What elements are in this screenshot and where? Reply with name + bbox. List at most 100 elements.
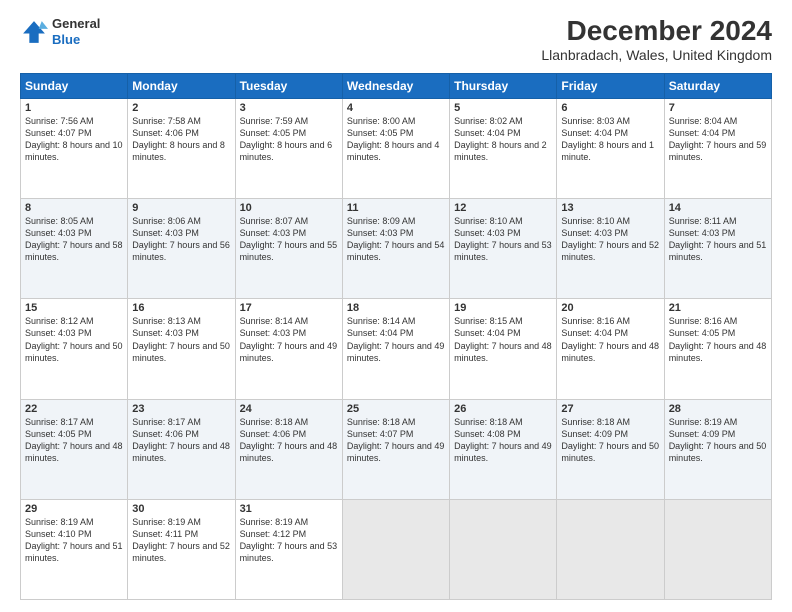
table-row: 31 Sunrise: 8:19 AMSunset: 4:12 PMDaylig… <box>235 499 342 599</box>
day-number: 26 <box>454 403 552 415</box>
table-row: 8 Sunrise: 8:05 AMSunset: 4:03 PMDayligh… <box>21 199 128 299</box>
table-row: 5 Sunrise: 8:02 AMSunset: 4:04 PMDayligh… <box>450 98 557 198</box>
day-info: Sunrise: 8:07 AMSunset: 4:03 PMDaylight:… <box>240 215 338 264</box>
day-info: Sunrise: 8:09 AMSunset: 4:03 PMDaylight:… <box>347 215 445 264</box>
day-info: Sunrise: 8:17 AMSunset: 4:06 PMDaylight:… <box>132 416 230 465</box>
table-row: 17 Sunrise: 8:14 AMSunset: 4:03 PMDaylig… <box>235 299 342 399</box>
day-info: Sunrise: 7:58 AMSunset: 4:06 PMDaylight:… <box>132 115 230 164</box>
day-info: Sunrise: 8:05 AMSunset: 4:03 PMDaylight:… <box>25 215 123 264</box>
table-row: 25 Sunrise: 8:18 AMSunset: 4:07 PMDaylig… <box>342 399 449 499</box>
calendar-week-row: 15 Sunrise: 8:12 AMSunset: 4:03 PMDaylig… <box>21 299 772 399</box>
table-row: 14 Sunrise: 8:11 AMSunset: 4:03 PMDaylig… <box>664 199 771 299</box>
day-number: 31 <box>240 503 338 515</box>
table-row: 27 Sunrise: 8:18 AMSunset: 4:09 PMDaylig… <box>557 399 664 499</box>
col-sunday: Sunday <box>21 73 128 98</box>
day-number: 13 <box>561 202 659 214</box>
table-row: 12 Sunrise: 8:10 AMSunset: 4:03 PMDaylig… <box>450 199 557 299</box>
table-row: 10 Sunrise: 8:07 AMSunset: 4:03 PMDaylig… <box>235 199 342 299</box>
day-info: Sunrise: 8:12 AMSunset: 4:03 PMDaylight:… <box>25 315 123 364</box>
col-wednesday: Wednesday <box>342 73 449 98</box>
day-info: Sunrise: 8:15 AMSunset: 4:04 PMDaylight:… <box>454 315 552 364</box>
day-info: Sunrise: 8:16 AMSunset: 4:05 PMDaylight:… <box>669 315 767 364</box>
col-saturday: Saturday <box>664 73 771 98</box>
table-row <box>450 499 557 599</box>
day-number: 2 <box>132 102 230 114</box>
table-row: 24 Sunrise: 8:18 AMSunset: 4:06 PMDaylig… <box>235 399 342 499</box>
day-info: Sunrise: 8:18 AMSunset: 4:06 PMDaylight:… <box>240 416 338 465</box>
table-row: 1 Sunrise: 7:56 AMSunset: 4:07 PMDayligh… <box>21 98 128 198</box>
col-tuesday: Tuesday <box>235 73 342 98</box>
day-number: 24 <box>240 403 338 415</box>
day-info: Sunrise: 8:10 AMSunset: 4:03 PMDaylight:… <box>561 215 659 264</box>
calendar-week-row: 29 Sunrise: 8:19 AMSunset: 4:10 PMDaylig… <box>21 499 772 599</box>
table-row: 19 Sunrise: 8:15 AMSunset: 4:04 PMDaylig… <box>450 299 557 399</box>
day-number: 15 <box>25 302 123 314</box>
day-info: Sunrise: 8:19 AMSunset: 4:11 PMDaylight:… <box>132 516 230 565</box>
day-number: 10 <box>240 202 338 214</box>
calendar-week-row: 1 Sunrise: 7:56 AMSunset: 4:07 PMDayligh… <box>21 98 772 198</box>
day-number: 1 <box>25 102 123 114</box>
day-info: Sunrise: 8:18 AMSunset: 4:08 PMDaylight:… <box>454 416 552 465</box>
day-info: Sunrise: 8:16 AMSunset: 4:04 PMDaylight:… <box>561 315 659 364</box>
calendar-table: Sunday Monday Tuesday Wednesday Thursday… <box>20 73 772 600</box>
table-row: 20 Sunrise: 8:16 AMSunset: 4:04 PMDaylig… <box>557 299 664 399</box>
table-row: 9 Sunrise: 8:06 AMSunset: 4:03 PMDayligh… <box>128 199 235 299</box>
calendar-week-row: 22 Sunrise: 8:17 AMSunset: 4:05 PMDaylig… <box>21 399 772 499</box>
day-info: Sunrise: 8:14 AMSunset: 4:03 PMDaylight:… <box>240 315 338 364</box>
col-friday: Friday <box>557 73 664 98</box>
calendar-week-row: 8 Sunrise: 8:05 AMSunset: 4:03 PMDayligh… <box>21 199 772 299</box>
table-row <box>342 499 449 599</box>
table-row <box>557 499 664 599</box>
day-number: 30 <box>132 503 230 515</box>
day-number: 29 <box>25 503 123 515</box>
table-row: 2 Sunrise: 7:58 AMSunset: 4:06 PMDayligh… <box>128 98 235 198</box>
day-info: Sunrise: 8:19 AMSunset: 4:12 PMDaylight:… <box>240 516 338 565</box>
logo-text: General Blue <box>52 16 100 47</box>
table-row: 23 Sunrise: 8:17 AMSunset: 4:06 PMDaylig… <box>128 399 235 499</box>
table-row: 26 Sunrise: 8:18 AMSunset: 4:08 PMDaylig… <box>450 399 557 499</box>
day-number: 6 <box>561 102 659 114</box>
day-number: 17 <box>240 302 338 314</box>
day-number: 25 <box>347 403 445 415</box>
day-number: 19 <box>454 302 552 314</box>
day-info: Sunrise: 8:17 AMSunset: 4:05 PMDaylight:… <box>25 416 123 465</box>
day-number: 5 <box>454 102 552 114</box>
day-info: Sunrise: 8:06 AMSunset: 4:03 PMDaylight:… <box>132 215 230 264</box>
logo: General Blue <box>20 16 100 47</box>
day-number: 28 <box>669 403 767 415</box>
day-number: 22 <box>25 403 123 415</box>
day-number: 21 <box>669 302 767 314</box>
month-year: December 2024 <box>541 16 772 47</box>
day-info: Sunrise: 8:04 AMSunset: 4:04 PMDaylight:… <box>669 115 767 164</box>
day-info: Sunrise: 7:59 AMSunset: 4:05 PMDaylight:… <box>240 115 338 164</box>
day-number: 9 <box>132 202 230 214</box>
logo-icon <box>20 18 48 46</box>
table-row: 3 Sunrise: 7:59 AMSunset: 4:05 PMDayligh… <box>235 98 342 198</box>
day-info: Sunrise: 7:56 AMSunset: 4:07 PMDaylight:… <box>25 115 123 164</box>
table-row: 28 Sunrise: 8:19 AMSunset: 4:09 PMDaylig… <box>664 399 771 499</box>
table-row: 13 Sunrise: 8:10 AMSunset: 4:03 PMDaylig… <box>557 199 664 299</box>
day-number: 18 <box>347 302 445 314</box>
day-info: Sunrise: 8:18 AMSunset: 4:07 PMDaylight:… <box>347 416 445 465</box>
col-thursday: Thursday <box>450 73 557 98</box>
day-number: 7 <box>669 102 767 114</box>
table-row: 29 Sunrise: 8:19 AMSunset: 4:10 PMDaylig… <box>21 499 128 599</box>
table-row: 11 Sunrise: 8:09 AMSunset: 4:03 PMDaylig… <box>342 199 449 299</box>
table-row: 18 Sunrise: 8:14 AMSunset: 4:04 PMDaylig… <box>342 299 449 399</box>
title-block: December 2024 Llanbradach, Wales, United… <box>541 16 772 63</box>
day-info: Sunrise: 8:00 AMSunset: 4:05 PMDaylight:… <box>347 115 445 164</box>
day-info: Sunrise: 8:19 AMSunset: 4:09 PMDaylight:… <box>669 416 767 465</box>
page: General Blue December 2024 Llanbradach, … <box>0 0 792 612</box>
day-number: 16 <box>132 302 230 314</box>
logo-general: General <box>52 16 100 32</box>
header: General Blue December 2024 Llanbradach, … <box>20 16 772 63</box>
day-number: 23 <box>132 403 230 415</box>
table-row: 6 Sunrise: 8:03 AMSunset: 4:04 PMDayligh… <box>557 98 664 198</box>
table-row: 22 Sunrise: 8:17 AMSunset: 4:05 PMDaylig… <box>21 399 128 499</box>
day-info: Sunrise: 8:03 AMSunset: 4:04 PMDaylight:… <box>561 115 659 164</box>
day-number: 20 <box>561 302 659 314</box>
day-info: Sunrise: 8:02 AMSunset: 4:04 PMDaylight:… <box>454 115 552 164</box>
table-row: 7 Sunrise: 8:04 AMSunset: 4:04 PMDayligh… <box>664 98 771 198</box>
table-row: 4 Sunrise: 8:00 AMSunset: 4:05 PMDayligh… <box>342 98 449 198</box>
day-number: 27 <box>561 403 659 415</box>
